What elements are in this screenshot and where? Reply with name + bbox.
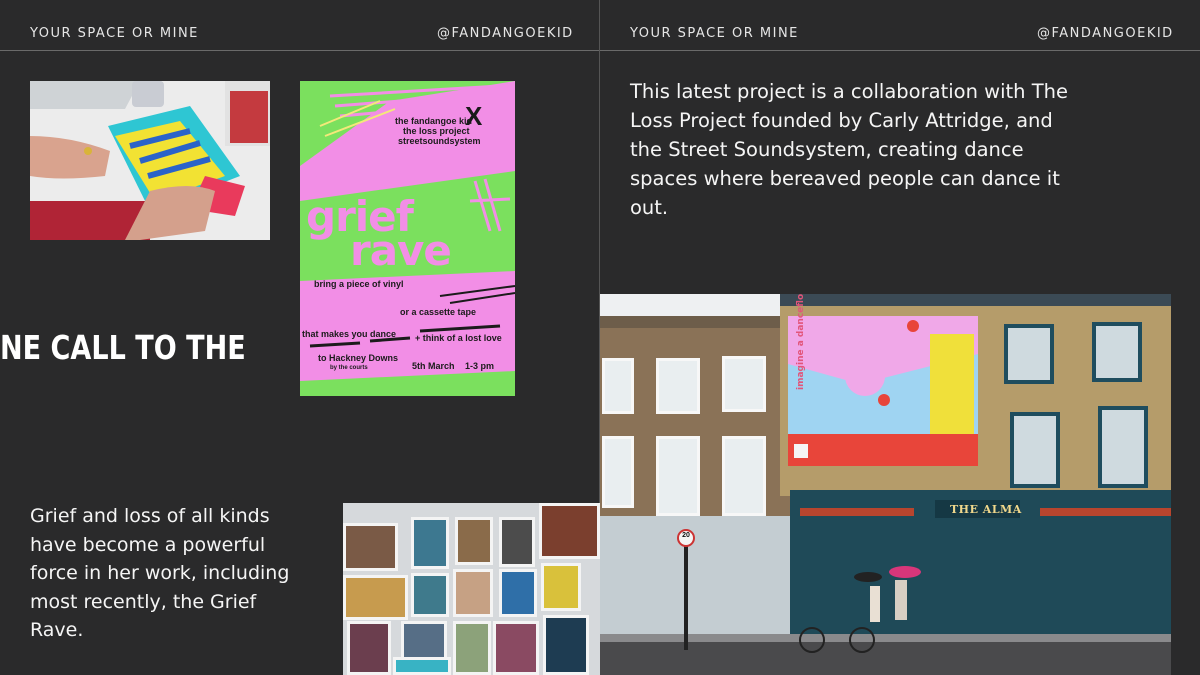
- wall-photo: [541, 563, 581, 611]
- poster-credit-1: the fandangoe kid: [395, 116, 473, 126]
- wall-photo: [343, 575, 408, 620]
- window: [1004, 324, 1054, 384]
- poster-credit-3: streetsoundsystem: [398, 136, 481, 146]
- slide-headline: NE CALL TO THE: [0, 328, 246, 367]
- window: [1092, 322, 1142, 382]
- poster-line-3: that makes you dance: [302, 329, 397, 339]
- poster-line-2: or a cassette tape: [400, 307, 477, 317]
- grief-paragraph: Grief and loss of all kinds have become …: [30, 505, 290, 641]
- wall-photo: [343, 523, 398, 571]
- poster-bring-2: the first: [318, 179, 352, 189]
- intro-paragraph: This latest project is a collaboration w…: [630, 80, 1068, 219]
- left-page-handle: @FANDANGOEKID: [437, 26, 574, 41]
- window: [656, 436, 700, 516]
- window: [602, 436, 634, 508]
- poster-line-5: to Hackney Downs: [318, 353, 399, 363]
- grief-rave-poster: the fandangoe kid the loss project stree…: [300, 81, 515, 396]
- window: [1098, 406, 1148, 488]
- wall-photo: [393, 657, 451, 675]
- billboard-text: imagine a dancefloor: [796, 294, 806, 390]
- left-page-title: YOUR SPACE OR MINE: [30, 26, 199, 41]
- right-page-title: YOUR SPACE OR MINE: [630, 26, 799, 41]
- poster-line-4: + think of a lost love: [415, 333, 502, 343]
- poster-title-rave: rave: [350, 226, 452, 275]
- wall-photo: [543, 615, 589, 675]
- poster-date: 5th March: [412, 361, 455, 371]
- pub-sign: THE ALMA: [950, 503, 1022, 516]
- poster-time: 1-3 pm: [465, 361, 495, 371]
- wall-photo: [493, 621, 539, 675]
- poster-credit-2: the loss project: [403, 126, 470, 136]
- wall-photo: [401, 621, 447, 661]
- wall-photo: [539, 503, 600, 559]
- wall-photo: [499, 569, 537, 617]
- poster-bring-1: bring you: [314, 169, 355, 179]
- wall-photo: [455, 517, 493, 565]
- wall-photo: [453, 569, 493, 617]
- wall-photo: [453, 621, 491, 675]
- wall-photo: [411, 517, 449, 569]
- speed-limit-sign: 20: [682, 532, 690, 539]
- right-header-rule: [600, 50, 1200, 51]
- wall-photo: [411, 573, 449, 617]
- window: [722, 436, 766, 516]
- street-pub-photo: imagine a dancefloor THE ALMA 20: [600, 294, 1171, 675]
- wall-photo: [499, 517, 535, 567]
- window: [722, 356, 766, 412]
- poster-x-mark: X: [465, 101, 483, 131]
- wall-photo: [347, 621, 391, 675]
- poster-line-5b: by the courts: [330, 365, 368, 371]
- zine-hands-photo: [30, 81, 270, 240]
- window: [602, 358, 634, 414]
- window: [656, 358, 700, 414]
- poster-line-1: bring a piece of vinyl: [314, 279, 404, 289]
- window: [1010, 412, 1060, 488]
- photo-wall-image: [343, 503, 600, 675]
- right-page-handle: @FANDANGOEKID: [1037, 26, 1174, 41]
- left-header-rule: [0, 50, 599, 51]
